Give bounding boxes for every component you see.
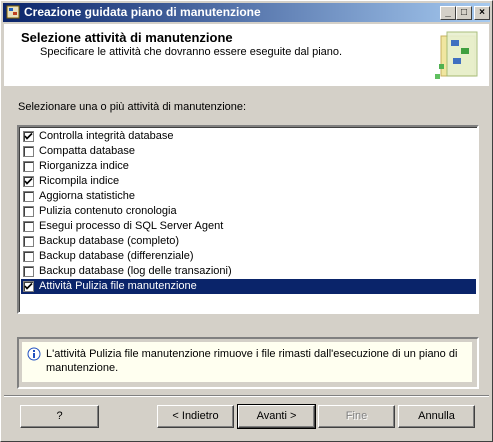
title-bar[interactable]: Creazione guidata piano di manutenzione … [3, 3, 490, 22]
window-title: Creazione guidata piano di manutenzione [24, 5, 261, 19]
checklist-item-label: Pulizia contenuto cronologia [39, 205, 177, 217]
checklist-item-label: Attività Pulizia file manutenzione [39, 280, 197, 292]
wizard-window: Creazione guidata piano di manutenzione … [0, 0, 493, 442]
checkbox-unchecked[interactable] [23, 146, 34, 157]
checklist-item-label: Backup database (completo) [39, 235, 180, 247]
checklist-item-label: Ricompila indice [39, 175, 120, 187]
header-divider [4, 85, 489, 86]
checklist-item[interactable]: Backup database (log delle transazioni) [21, 264, 476, 279]
checklist-item-label: Aggiorna statistiche [39, 190, 135, 202]
checkbox-unchecked[interactable] [23, 251, 34, 262]
checklist-item-label: Compatta database [39, 145, 136, 157]
checkbox-checked[interactable] [23, 176, 34, 187]
checklist-item[interactable]: Attività Pulizia file manutenzione [21, 279, 476, 294]
checkmark-icon [24, 282, 33, 290]
page-subtitle: Specificare le attività che dovranno ess… [40, 46, 343, 58]
checkmark-icon [24, 132, 33, 140]
task-list-label: Selezionare una o più attività di manute… [18, 101, 247, 113]
maximize-button[interactable]: □ [456, 6, 472, 20]
checklist-item-label: Riorganizza indice [39, 160, 129, 172]
checkbox-unchecked[interactable] [23, 161, 34, 172]
checklist-item[interactable]: Ricompila indice [21, 174, 476, 189]
checkbox-unchecked[interactable] [23, 236, 34, 247]
footer-divider-highlight [4, 396, 489, 397]
checkbox-unchecked[interactable] [23, 191, 34, 202]
cancel-button[interactable]: Annulla [398, 405, 475, 428]
info-icon [27, 347, 41, 361]
help-button[interactable]: ? [20, 405, 99, 428]
checklist-item[interactable]: Aggiorna statistiche [21, 189, 476, 204]
finish-button[interactable]: Fine [318, 405, 395, 428]
checklist-item[interactable]: Esegui processo di SQL Server Agent [21, 219, 476, 234]
checkbox-unchecked[interactable] [23, 266, 34, 277]
next-button[interactable]: Avanti > [237, 404, 316, 429]
checklist-item[interactable]: Pulizia contenuto cronologia [21, 204, 476, 219]
description-panel: L'attività Pulizia file manutenzione rim… [17, 337, 479, 389]
wizard-app-icon [6, 5, 20, 19]
checklist-item[interactable]: Riorganizza indice [21, 159, 476, 174]
checklist-item-label: Backup database (differenziale) [39, 250, 194, 262]
checklist-item-label: Backup database (log delle transazioni) [39, 265, 232, 277]
checkbox-checked[interactable] [23, 281, 34, 292]
back-button[interactable]: < Indietro [157, 405, 234, 428]
checklist-item[interactable]: Backup database (differenziale) [21, 249, 476, 264]
checkmark-icon [24, 177, 33, 185]
checkbox-unchecked[interactable] [23, 221, 34, 232]
checklist-item-label: Controlla integrità database [39, 130, 174, 142]
checkbox-checked[interactable] [23, 131, 34, 142]
checklist-item-label: Esegui processo di SQL Server Agent [39, 220, 224, 232]
description-area: L'attività Pulizia file manutenzione rim… [22, 342, 472, 382]
minimize-button[interactable]: _ [440, 6, 456, 20]
checklist-item[interactable]: Compatta database [21, 144, 476, 159]
checklist-item[interactable]: Controlla integrità database [21, 129, 476, 144]
wizard-header: Selezione attività di manutenzione Speci… [4, 24, 489, 86]
checklist-item[interactable]: Backup database (completo) [21, 234, 476, 249]
close-button[interactable]: × [474, 6, 490, 20]
page-title: Selezione attività di manutenzione [21, 30, 233, 45]
task-checklist[interactable]: Controlla integrità database Compatta dat… [17, 125, 479, 314]
checkbox-unchecked[interactable] [23, 206, 34, 217]
description-text: L'attività Pulizia file manutenzione rim… [46, 348, 458, 374]
wizard-banner-icon [435, 31, 478, 79]
